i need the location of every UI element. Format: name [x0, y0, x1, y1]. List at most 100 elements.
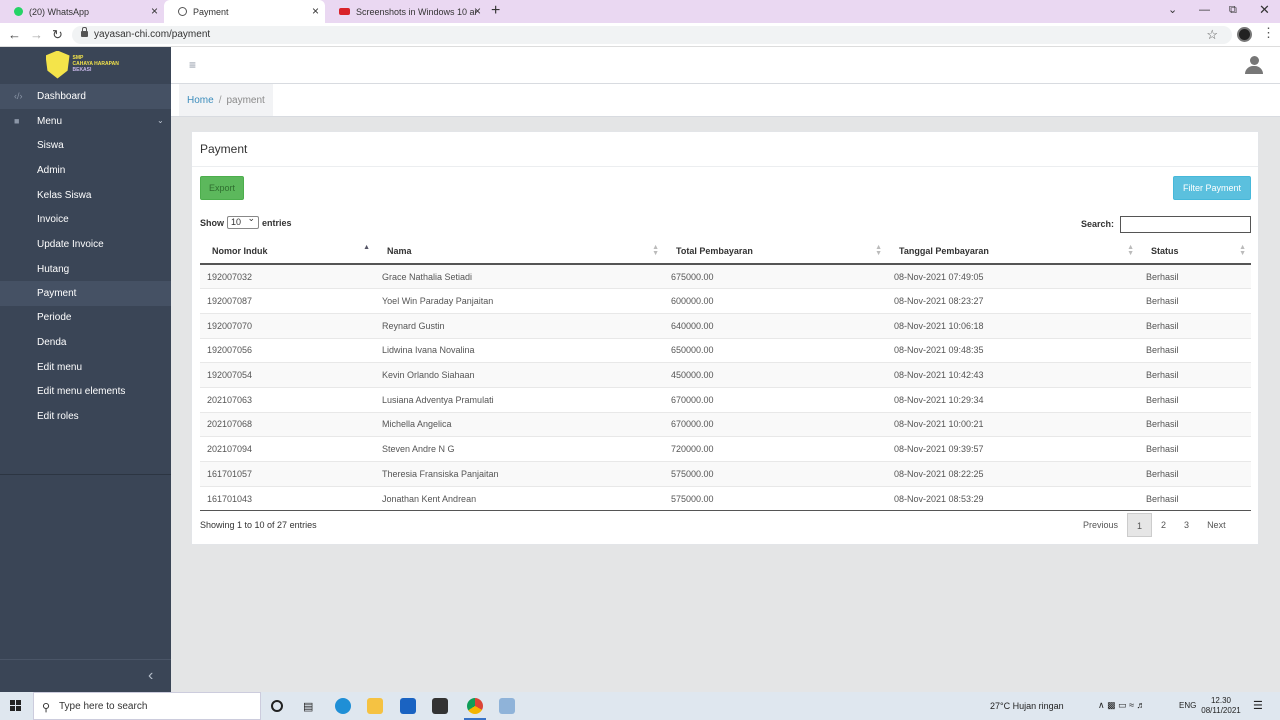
sidebar-item-edit-menu[interactable]: Edit menu [0, 355, 171, 380]
table-row: 202107068 Michella Angelica 670000.00 08-No… [200, 411, 1251, 437]
status-link[interactable]: Berhasil [1139, 337, 1251, 363]
search-icon: ⚲ [42, 702, 51, 714]
sidebar-item-kelas-siswa[interactable]: Kelas Siswa [0, 183, 171, 208]
pagination-page-3[interactable]: 3 [1175, 513, 1198, 537]
brand[interactable]: SMP CAHAYA HARAPAN BEKASI [0, 47, 171, 84]
minimize-icon[interactable]: — [1199, 3, 1210, 17]
page-length-select[interactable]: 10 [227, 213, 259, 229]
edge-icon[interactable] [335, 698, 351, 714]
page-title: Payment [200, 142, 248, 156]
window-close-icon[interactable]: ✕ [1259, 3, 1270, 17]
sidebar-item-edit-roles[interactable]: Edit roles [0, 404, 171, 429]
shield-icon [45, 50, 70, 79]
forward-icon[interactable]: → [30, 27, 43, 42]
file-explorer-icon[interactable] [367, 698, 383, 714]
back-icon[interactable]: ← [8, 27, 21, 42]
status-link[interactable]: Berhasil [1139, 362, 1251, 388]
user-icon[interactable] [1245, 56, 1263, 74]
breadcrumb-separator: / [218, 94, 222, 106]
mail-icon[interactable] [400, 698, 416, 714]
tab-title: Screenshots in Windows 10 and [356, 6, 476, 17]
search-input[interactable] [1120, 216, 1251, 233]
sidebar-item-denda[interactable]: Denda [0, 330, 171, 355]
tab-search-icon[interactable]: ⌄ [1168, 3, 1177, 17]
sidebar-item-update-invoice[interactable]: Update Invoice [0, 232, 171, 257]
sidebar-item-periode[interactable]: Periode [0, 305, 171, 330]
table-row: 192007054 Kevin Orlando Siahaan 450000.00 0… [200, 362, 1251, 388]
status-link[interactable]: Berhasil [1139, 485, 1251, 512]
sidebar: SMP CAHAYA HARAPAN BEKASI ‹/› Dashboard … [0, 47, 171, 692]
status-link[interactable]: Berhasil [1139, 312, 1251, 339]
status-link[interactable]: Berhasil [1139, 461, 1251, 487]
tab-payment[interactable]: Payment × [164, 0, 325, 23]
column-header-tanggal-pembayaran[interactable]: Tanggal Pembayaran ▲ ▼ [887, 238, 1139, 265]
task-view-icon[interactable]: ▤ [303, 700, 313, 713]
sidebar-divider [0, 474, 171, 475]
new-tab-button[interactable]: + [491, 2, 500, 20]
export-button[interactable]: Export [200, 176, 244, 200]
status-link[interactable]: Berhasil [1139, 264, 1251, 289]
pagination-previous[interactable]: Previous [1074, 513, 1127, 537]
sidebar-item-invoice[interactable]: Invoice [0, 207, 171, 232]
filter-payment-button[interactable]: Filter Payment [1173, 176, 1251, 200]
top-navbar: ≡ [171, 47, 1280, 84]
bookmark-star-icon[interactable]: ☆ [1206, 27, 1218, 43]
breadcrumb-home-link[interactable]: Home [187, 95, 214, 106]
weather-widget[interactable]: 27°C Hujan ringan [990, 701, 1064, 711]
pagination-next[interactable]: Next [1198, 513, 1235, 537]
close-icon[interactable]: × [151, 5, 158, 17]
url-text[interactable]: yayasan-chi.com/payment [94, 29, 210, 40]
tab-screenshots[interactable]: Screenshots in Windows 10 and × [325, 0, 487, 23]
chrome-icon[interactable] [467, 698, 483, 714]
paint-icon[interactable] [499, 698, 515, 714]
sidebar-item-menu[interactable]: ■ Menu ⌄ [0, 109, 171, 134]
status-link[interactable]: Berhasil [1139, 386, 1251, 413]
close-icon[interactable]: × [474, 5, 481, 17]
breadcrumb-current: payment [226, 94, 265, 106]
column-header-nama[interactable]: Nama ▲ ▼ [375, 238, 664, 265]
close-icon[interactable]: × [312, 5, 319, 17]
lock-icon [81, 27, 88, 38]
reload-icon[interactable]: ↻ [52, 27, 63, 42]
sidebar-item-hutang[interactable]: Hutang [0, 257, 171, 282]
status-link[interactable]: Berhasil [1139, 436, 1251, 462]
breadcrumb: Home / payment [179, 84, 273, 116]
collapse-sidebar-icon[interactable]: ‹ [148, 668, 153, 684]
column-header-status[interactable]: Status ▲ ▼ [1139, 238, 1251, 265]
tab-whatsapp[interactable]: (20) WhatsApp × [0, 0, 164, 23]
pagination-page-1[interactable]: 1 [1127, 513, 1153, 537]
status-link[interactable]: Berhasil [1139, 288, 1251, 314]
page-length-control: Show 10 entries [200, 213, 292, 229]
sidebar-item-edit-menu-elements[interactable]: Edit menu elements [0, 379, 171, 404]
square-icon: ■ [14, 116, 20, 126]
store-icon[interactable] [432, 698, 448, 714]
language-indicator[interactable]: ENG [1179, 701, 1196, 710]
table-row: 202107094 Steven Andre N G 720000.00 08-Nov… [200, 436, 1251, 462]
payment-table: Nomor Induk ▲ Nama ▲ ▼ Total Pembayaran ▲ ▼ T… [200, 238, 1251, 512]
sidebar-item-admin[interactable]: Admin [0, 158, 171, 183]
omnibox[interactable]: yayasan-chi.com/payment ☆ [72, 26, 1232, 44]
search-label: Search: [1081, 219, 1115, 229]
sidebar-item-dashboard[interactable]: ‹/› Dashboard [0, 84, 171, 109]
sidebar-item-siswa[interactable]: Siswa [0, 133, 171, 158]
clock[interactable]: 12.30 08/11/2021 [1200, 696, 1242, 716]
status-link[interactable]: Berhasil [1139, 411, 1251, 437]
notification-icon[interactable]: ☰ [1253, 699, 1263, 712]
profile-avatar[interactable] [1237, 27, 1252, 42]
site-icon [339, 8, 350, 15]
pagination-page-2[interactable]: 2 [1152, 513, 1175, 537]
table-row: 192007056 Lidwina Ivana Novalina 650000.00… [200, 337, 1251, 363]
tab-title: Payment [193, 6, 229, 17]
hamburger-icon[interactable]: ≡ [189, 58, 196, 72]
restore-icon[interactable]: ⧉ [1229, 3, 1237, 17]
column-header-nomor-induk[interactable]: Nomor Induk ▲ [200, 238, 375, 265]
taskbar-search-input[interactable]: ⚲ Type here to search [33, 692, 261, 720]
sort-icon: ▲ ▼ [1239, 244, 1246, 257]
browser-menu-icon[interactable]: ⋮ [1262, 26, 1275, 40]
cortana-icon[interactable] [271, 700, 283, 712]
system-tray-icons[interactable]: ∧ ▩ ▭ ≈ ♬ [1098, 700, 1146, 711]
table-info: Showing 1 to 10 of 27 entries [200, 520, 317, 530]
windows-start-icon[interactable] [10, 700, 21, 711]
sidebar-item-payment[interactable]: Payment [0, 281, 171, 306]
column-header-total-pembayaran[interactable]: Total Pembayaran ▲ ▼ [664, 238, 887, 265]
